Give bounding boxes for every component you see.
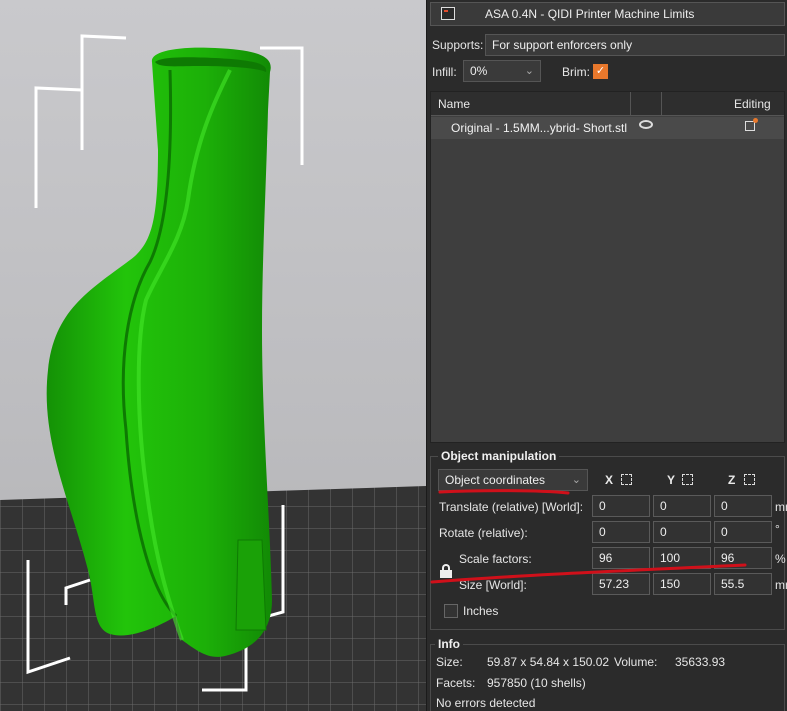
- supports-select[interactable]: For support enforcers only: [485, 34, 785, 56]
- scale-label: Scale factors:: [459, 552, 532, 566]
- translate-x-input[interactable]: 0: [592, 495, 650, 517]
- axis-x-label: X: [605, 473, 614, 487]
- brim-label: Brim:: [562, 65, 590, 79]
- size-label: Size [World]:: [459, 578, 527, 592]
- rotate-label: Rotate (relative):: [439, 526, 528, 540]
- size-y-input[interactable]: 150: [653, 573, 711, 595]
- info-size-value: 59.87 x 54.84 x 150.02: [487, 655, 610, 669]
- rotate-z-input[interactable]: 0: [714, 521, 772, 543]
- sidebar-panel: ASA 0.4N - QIDI Printer Machine Limits S…: [426, 0, 787, 711]
- scale-z-input[interactable]: 96: [714, 547, 772, 569]
- supports-value: For support enforcers only: [492, 38, 633, 52]
- object-name: Original - 1.5MM...ybrid- Short.stl: [451, 121, 628, 135]
- scale-x-input[interactable]: 96: [592, 547, 650, 569]
- drop-to-bed-icon[interactable]: [744, 474, 755, 485]
- brim-checkbox[interactable]: ✓: [593, 64, 608, 79]
- info-errors: No errors detected: [436, 696, 536, 710]
- drop-to-bed-icon[interactable]: [682, 474, 693, 485]
- size-z-input[interactable]: 55.5: [714, 573, 772, 595]
- drop-to-bed-icon[interactable]: [621, 474, 632, 485]
- column-name-header[interactable]: Name: [438, 97, 470, 111]
- scale-y-input[interactable]: 100: [653, 547, 711, 569]
- translate-y-input[interactable]: 0: [653, 495, 711, 517]
- column-editing-header[interactable]: Editing: [734, 97, 771, 111]
- rotate-x-input[interactable]: 0: [592, 521, 650, 543]
- info-volume-label: Volume:: [614, 655, 658, 669]
- coordinate-system-select[interactable]: Object coordinates ⌄: [438, 469, 588, 491]
- lock-icon[interactable]: [440, 564, 452, 578]
- scale-unit: %: [775, 552, 786, 566]
- rotate-unit: °: [775, 522, 780, 536]
- coordinate-system-value: Object coordinates: [445, 473, 546, 487]
- printer-icon: [441, 7, 455, 20]
- eye-icon[interactable]: [639, 120, 653, 129]
- info-size-label: Size:: [436, 655, 463, 669]
- size-x-input[interactable]: 57.23: [592, 573, 650, 595]
- edit-icon[interactable]: [745, 118, 758, 131]
- object-manipulation-title: Object manipulation: [438, 449, 560, 463]
- info-title: Info: [435, 637, 463, 651]
- object-list[interactable]: Name Editing Original - 1.5MM...ybrid- S…: [430, 91, 785, 443]
- printer-preset-select[interactable]: ASA 0.4N - QIDI Printer Machine Limits: [430, 2, 785, 26]
- supports-label: Supports:: [432, 38, 484, 52]
- translate-label: Translate (relative) [World]:: [439, 500, 584, 514]
- chevron-down-icon: ⌄: [571, 474, 581, 486]
- translate-z-input[interactable]: 0: [714, 495, 772, 517]
- inches-checkbox[interactable]: [444, 604, 458, 618]
- inches-label: Inches: [463, 604, 499, 618]
- list-item[interactable]: Original - 1.5MM...ybrid- Short.stl: [431, 117, 784, 139]
- printer-preset-label: ASA 0.4N - QIDI Printer Machine Limits: [485, 7, 695, 21]
- axis-y-label: Y: [667, 473, 676, 487]
- info-facets-value: 957850 (10 shells): [487, 676, 586, 690]
- infill-value: 0%: [470, 64, 488, 78]
- rotate-y-input[interactable]: 0: [653, 521, 711, 543]
- object-list-header: Name Editing: [431, 92, 784, 116]
- info-facets-label: Facets:: [436, 676, 476, 690]
- size-unit: mm: [775, 578, 787, 592]
- info-volume-value: 35633.93: [675, 655, 726, 669]
- infill-label: Infill:: [432, 65, 457, 79]
- chevron-down-icon: ⌄: [524, 65, 534, 77]
- axis-z-label: Z: [728, 473, 736, 487]
- infill-select[interactable]: 0% ⌄: [463, 60, 541, 82]
- scene: [0, 34, 426, 711]
- 3d-viewport[interactable]: [0, 0, 426, 711]
- translate-unit: mm: [775, 500, 787, 514]
